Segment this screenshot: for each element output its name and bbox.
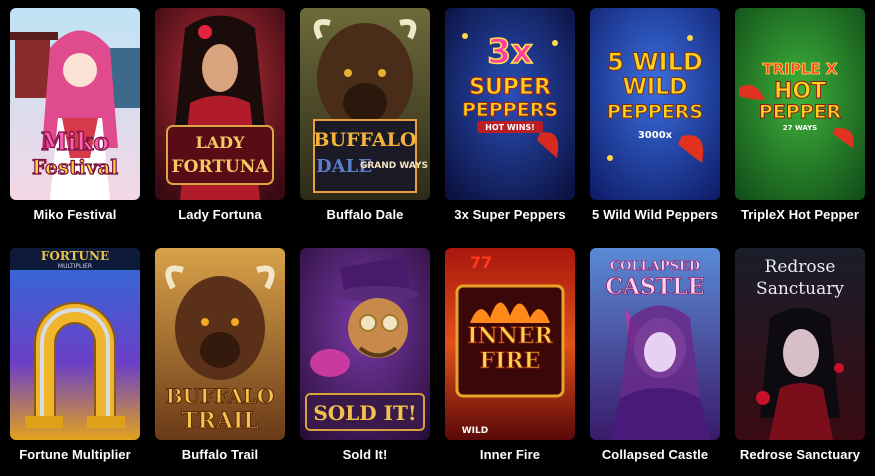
game-logo-line: WILD	[623, 75, 688, 100]
game-logo-line: Redrose	[765, 257, 836, 277]
game-logo-line: HOT WINS!	[485, 123, 535, 132]
game-thumbnail[interactable]: LADY FORTUNA	[155, 8, 285, 200]
game-title[interactable]: Lady Fortuna	[155, 207, 285, 222]
game-logo-line: PEPPERS	[607, 101, 703, 123]
game-logo-line: LADY	[196, 133, 246, 152]
game-logo-line: COLLAPSED	[610, 259, 700, 274]
game-logo-line: Festival	[32, 155, 119, 179]
game-artwork: 5 WILD WILD PEPPERS 3000x	[590, 8, 720, 200]
game-logo-line: Sanctuary	[756, 279, 844, 299]
game-title[interactable]: Miko Festival	[10, 207, 140, 222]
game-thumbnail[interactable]: TRIPLE X HOT PEPPER 27 WAYS	[735, 8, 865, 200]
game-card-5-wild-wild-peppers[interactable]: 5 WILD WILD PEPPERS 3000x 5 Wild Wild Pe…	[590, 8, 720, 236]
game-grid: Miko Festival Miko Festival LADY FORTUNA…	[0, 0, 875, 472]
game-logo-line: MULTIPLIER	[58, 263, 92, 270]
game-card-buffalo-trail[interactable]: BUFFALO TRAIL Buffalo Trail	[155, 248, 285, 476]
game-logo-line: SUPER	[469, 75, 551, 100]
game-thumbnail[interactable]: FORTUNE MULTIPLIER	[10, 248, 140, 440]
game-thumbnail[interactable]: BUFFALO DALE GRAND WAYS	[300, 8, 430, 200]
game-thumbnail[interactable]: 3x SUPER PEPPERS HOT WINS!	[445, 8, 575, 200]
game-thumbnail[interactable]: INNER FIRE WILD 77	[445, 248, 575, 440]
game-card-buffalo-dale[interactable]: BUFFALO DALE GRAND WAYS Buffalo Dale	[300, 8, 430, 236]
game-card-redrose-sanctuary[interactable]: Redrose Sanctuary Redrose Sanctuary	[735, 248, 865, 476]
game-card-inner-fire[interactable]: INNER FIRE WILD 77 Inner Fire	[445, 248, 575, 476]
game-logo-line: FORTUNA	[172, 157, 270, 177]
game-artwork: TRIPLE X HOT PEPPER 27 WAYS	[735, 8, 865, 200]
game-artwork: Redrose Sanctuary	[735, 248, 865, 440]
game-logo-line: 27 WAYS	[783, 124, 817, 132]
game-title[interactable]: Collapsed Castle	[590, 447, 720, 462]
game-card-triplex-hot-pepper[interactable]: TRIPLE X HOT PEPPER 27 WAYS TripleX Hot …	[735, 8, 865, 236]
game-thumbnail[interactable]: Miko Festival	[10, 8, 140, 200]
game-logo-line: TRAIL	[181, 408, 258, 434]
game-title[interactable]: 5 Wild Wild Peppers	[590, 207, 720, 222]
game-artwork: FORTUNE MULTIPLIER	[10, 248, 140, 440]
game-logo-line: SOLD IT!	[313, 401, 416, 425]
game-title[interactable]: 3x Super Peppers	[445, 207, 575, 222]
game-artwork: LADY FORTUNA	[155, 8, 285, 200]
game-logo-line: WILD	[462, 426, 488, 436]
game-artwork: COLLAPSED CASTLE	[590, 248, 720, 440]
game-logo-line: CASTLE	[605, 274, 704, 300]
game-artwork: BUFFALO TRAIL	[155, 248, 285, 440]
game-logo-line: 3x	[487, 32, 533, 72]
game-card-miko-festival[interactable]: Miko Festival Miko Festival	[10, 8, 140, 236]
game-title[interactable]: TripleX Hot Pepper	[735, 207, 865, 222]
game-logo-line: BUFFALO	[313, 129, 416, 151]
game-logo-line: GRAND WAYS	[360, 161, 428, 171]
decorative-seven: 77	[470, 253, 492, 272]
game-artwork: SOLD IT!	[300, 248, 430, 440]
game-thumbnail[interactable]: COLLAPSED CASTLE	[590, 248, 720, 440]
game-thumbnail[interactable]: Redrose Sanctuary	[735, 248, 865, 440]
game-logo-line: PEPPER	[759, 101, 842, 123]
game-title[interactable]: Buffalo Trail	[155, 447, 285, 462]
game-logo-line: Miko	[41, 127, 109, 156]
game-artwork: 3x SUPER PEPPERS HOT WINS!	[445, 8, 575, 200]
game-title[interactable]: Fortune Multiplier	[10, 447, 140, 462]
game-artwork: INNER FIRE WILD 77	[445, 248, 575, 440]
game-title[interactable]: Buffalo Dale	[300, 207, 430, 222]
game-title[interactable]: Inner Fire	[445, 447, 575, 462]
game-thumbnail[interactable]: SOLD IT!	[300, 248, 430, 440]
game-title[interactable]: Sold It!	[300, 447, 430, 462]
game-title[interactable]: Redrose Sanctuary	[735, 447, 865, 462]
game-card-collapsed-castle[interactable]: COLLAPSED CASTLE Collapsed Castle	[590, 248, 720, 476]
game-logo-line: TRIPLE X	[763, 60, 838, 78]
game-logo-line: FORTUNE	[41, 249, 109, 263]
game-artwork: Miko Festival	[10, 8, 140, 200]
game-thumbnail[interactable]: 5 WILD WILD PEPPERS 3000x	[590, 8, 720, 200]
game-logo-line: 5 WILD	[607, 48, 703, 76]
game-logo-line: PEPPERS	[462, 99, 558, 121]
game-artwork: BUFFALO DALE GRAND WAYS	[300, 8, 430, 200]
game-card-lady-fortuna[interactable]: LADY FORTUNA Lady Fortuna	[155, 8, 285, 236]
game-logo-line: 3000x	[638, 130, 673, 141]
game-thumbnail[interactable]: BUFFALO TRAIL	[155, 248, 285, 440]
game-card-sold-it[interactable]: SOLD IT! Sold It!	[300, 248, 430, 476]
game-logo-line: INNER	[467, 323, 553, 349]
game-logo-line: FIRE	[480, 348, 541, 374]
game-card-3x-super-peppers[interactable]: 3x SUPER PEPPERS HOT WINS! 3x Super Pepp…	[445, 8, 575, 236]
game-logo-line: BUFFALO	[166, 384, 275, 408]
game-card-fortune-multiplier[interactable]: FORTUNE MULTIPLIER Fortune Multiplier	[10, 248, 140, 476]
